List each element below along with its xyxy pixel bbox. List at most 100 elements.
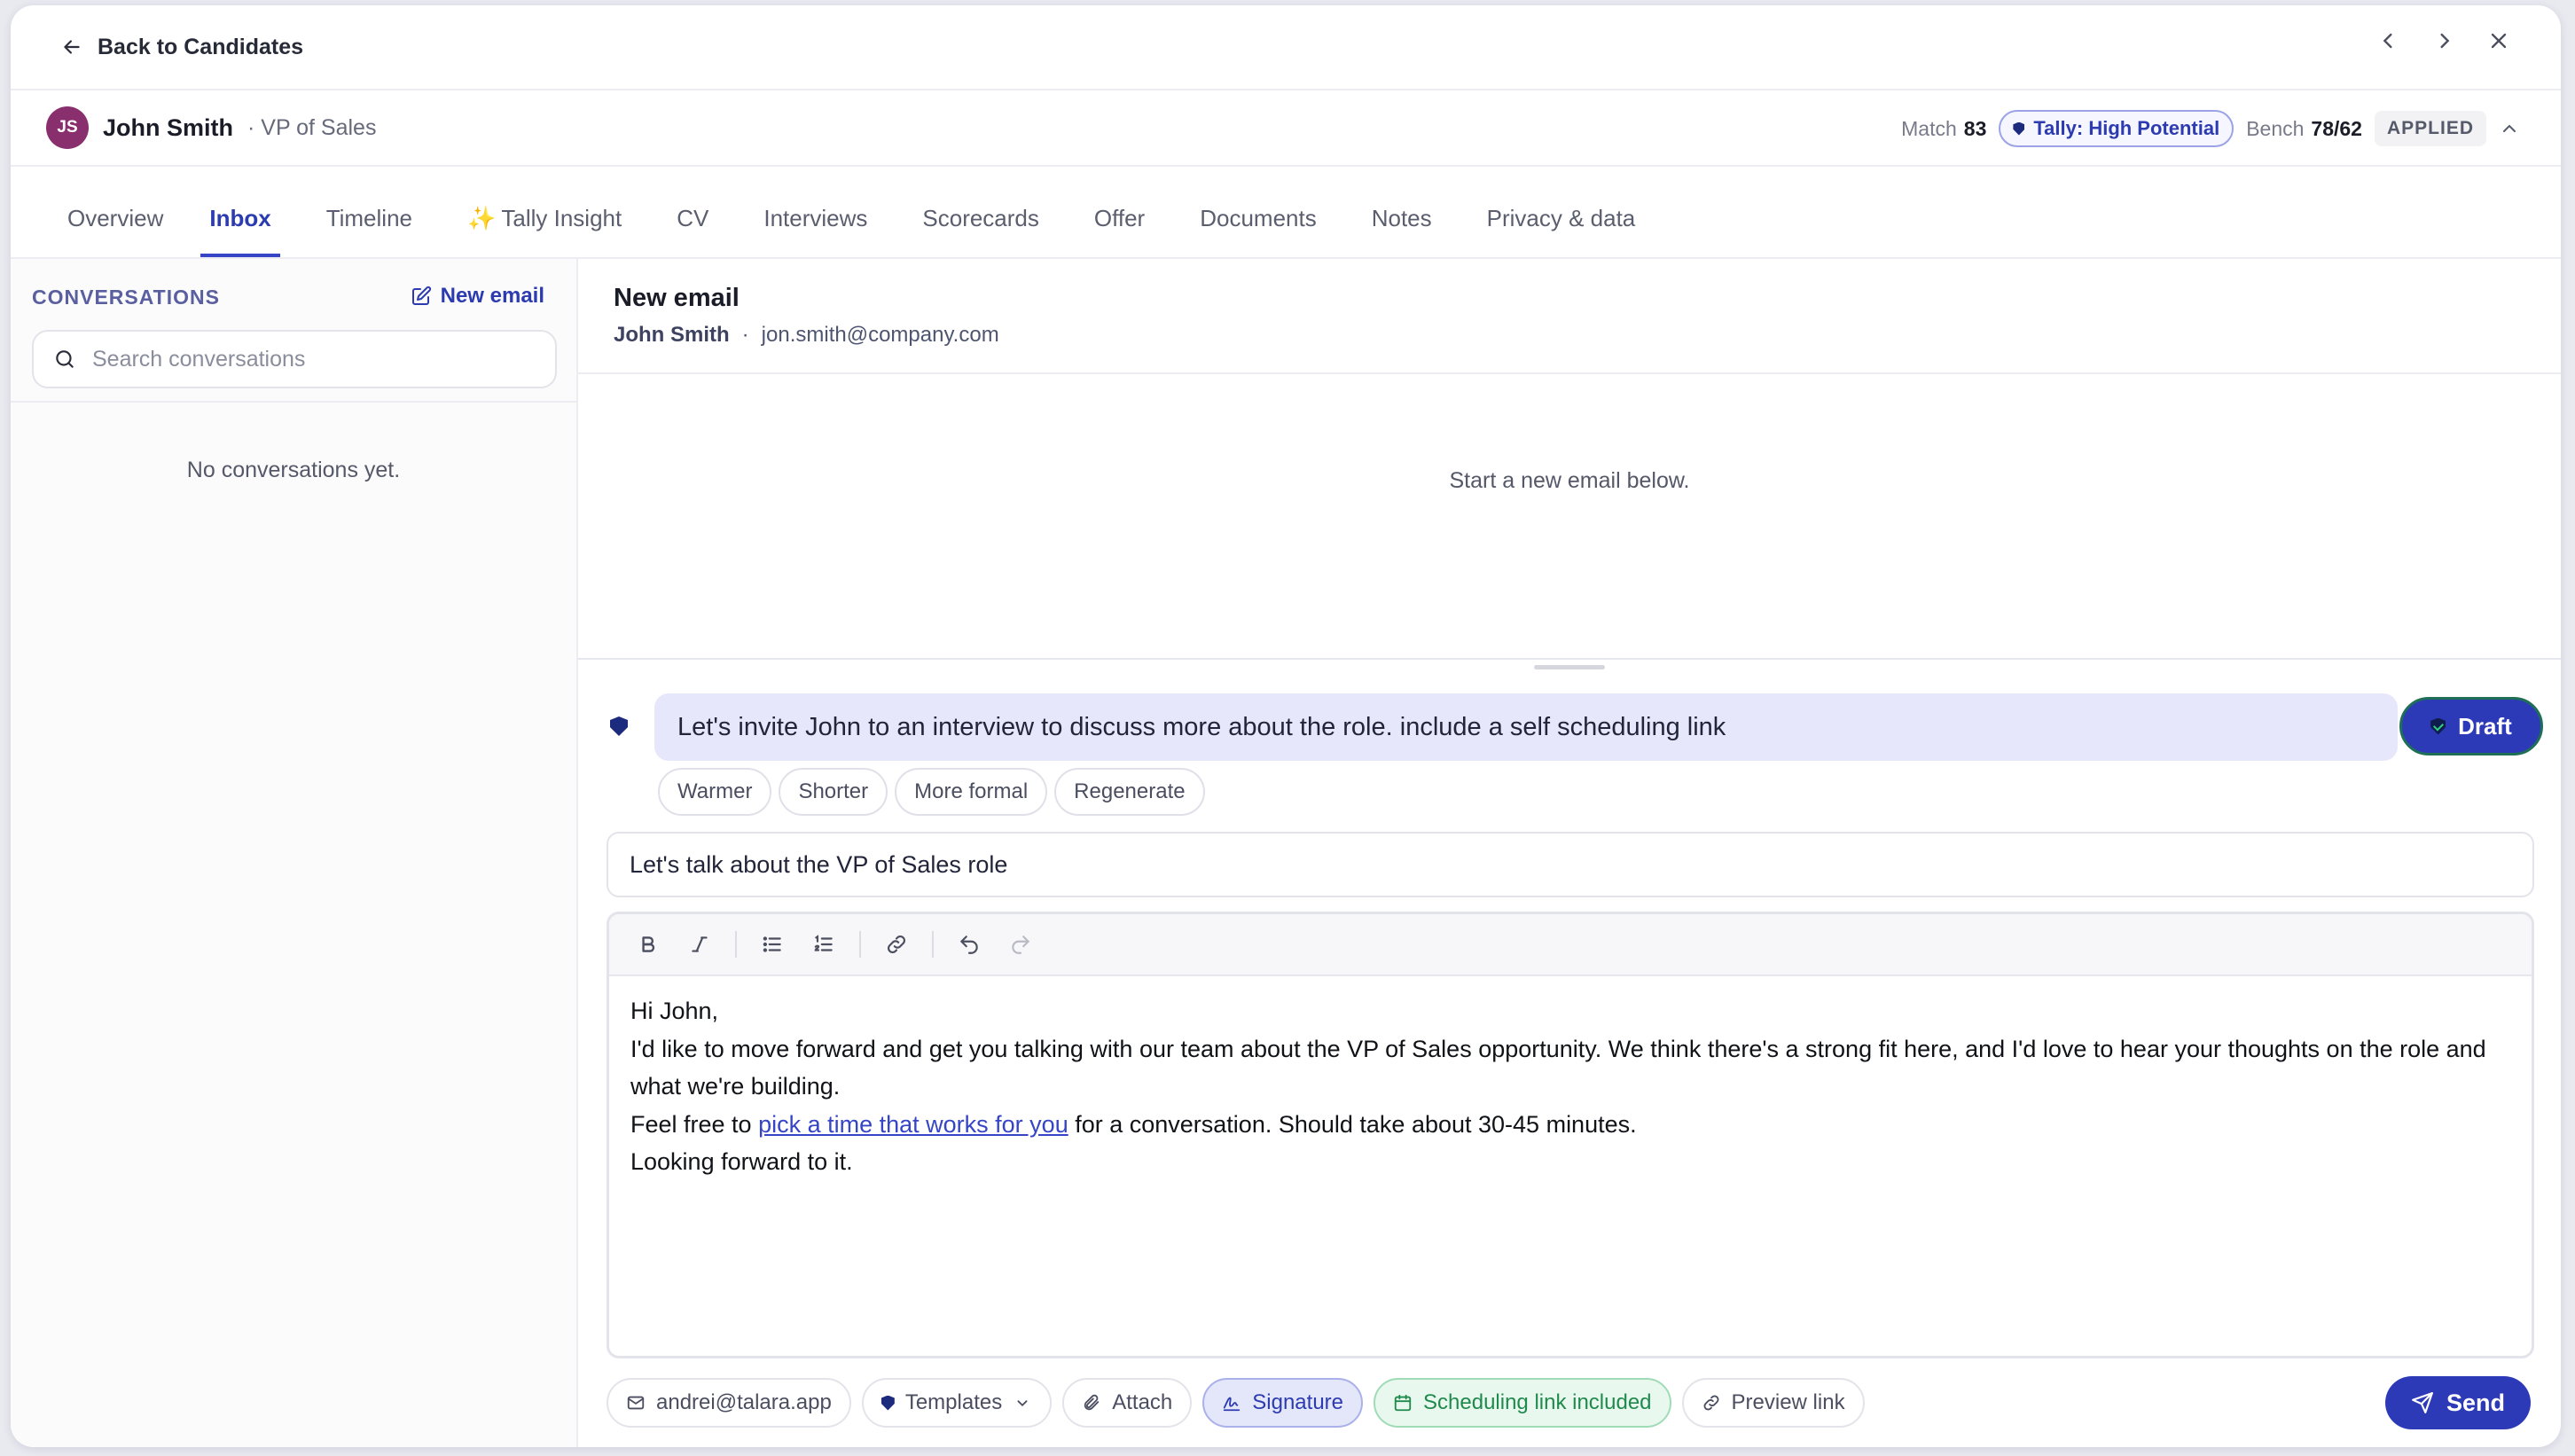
toolbar-separator <box>735 931 737 958</box>
back-label: Back to Candidates <box>98 34 304 59</box>
signature-icon <box>1224 1397 1241 1412</box>
attach-button[interactable]: Attach <box>1062 1378 1193 1428</box>
email-editor: Hi John, I'd like to move forward and ge… <box>607 912 2534 1358</box>
tab-overview[interactable]: Overview <box>59 205 172 257</box>
tab-documents[interactable]: Documents <box>1191 205 1326 257</box>
chevron-left-icon <box>2383 33 2392 49</box>
tab-cv[interactable]: CV <box>668 205 717 257</box>
tab-notes[interactable]: Notes <box>1363 205 1441 257</box>
numbered-list-button[interactable] <box>804 925 843 964</box>
from-address-label: andrei@talara.app <box>656 1390 832 1414</box>
new-email-button[interactable]: New email <box>411 284 544 309</box>
shield-icon <box>881 1395 895 1411</box>
avatar: JS <box>46 106 89 149</box>
match-value: 83 <box>1963 116 1987 140</box>
search-input[interactable] <box>92 346 536 372</box>
scheduling-label: Scheduling link included <box>1423 1390 1652 1414</box>
divider <box>578 372 2561 374</box>
templates-button[interactable]: Templates <box>861 1378 1053 1428</box>
chevron-right-icon <box>2440 33 2450 49</box>
bullet-list-icon <box>763 936 781 952</box>
email-body[interactable]: Hi John, I'd like to move forward and ge… <box>609 976 2532 1197</box>
sparkle-icon: ✨ <box>467 205 497 231</box>
status-badge: APPLIED <box>2374 111 2486 146</box>
shorter-chip[interactable]: Shorter <box>779 768 888 816</box>
preview-link-button[interactable]: Preview link <box>1681 1378 1865 1428</box>
shield-check-icon <box>2430 717 2446 735</box>
link-icon <box>888 935 905 953</box>
tab-scorecards[interactable]: Scorecards <box>913 205 1048 257</box>
composer-footer: andrei@talara.app Templates Attach Signa… <box>607 1378 1865 1428</box>
tab-interviews[interactable]: Interviews <box>755 205 876 257</box>
signature-button[interactable]: Signature <box>1202 1378 1364 1428</box>
shield-icon <box>610 716 628 736</box>
bench-label: Bench <box>2246 116 2305 140</box>
candidate-name: John Smith <box>103 114 233 141</box>
calendar-icon <box>1394 1394 1412 1412</box>
paperclip-icon <box>1084 1394 1100 1411</box>
body-text-fragment: Feel free to <box>630 1110 759 1138</box>
chevron-up-icon[interactable] <box>2499 118 2520 139</box>
tab-bar: Overview Inbox Timeline ✨ Tally Insight C… <box>11 167 2561 259</box>
scheduling-link[interactable]: pick a time that works for you <box>758 1111 1068 1138</box>
arrow-left-icon <box>64 40 80 54</box>
search-icon <box>56 350 74 368</box>
email-title: New email <box>614 284 740 312</box>
scheduling-link-toggle[interactable]: Scheduling link included <box>1374 1378 1671 1428</box>
previous-candidate-button[interactable] <box>2376 28 2401 53</box>
attach-label: Attach <box>1112 1390 1173 1414</box>
body-closing: Looking forward to it. <box>630 1148 853 1175</box>
back-to-candidates-link[interactable]: Back to Candidates <box>60 35 303 60</box>
subject-field[interactable]: Let's talk about the VP of Sales role <box>607 832 2534 897</box>
send-icon <box>2412 1392 2433 1413</box>
recipient-name: John Smith <box>614 323 730 347</box>
body-scheduling-line: Feel free to pick a time that works for … <box>630 1106 2510 1144</box>
body-greeting: Hi John, <box>630 998 719 1024</box>
tally-badge[interactable]: Tally: High Potential <box>1999 110 2235 147</box>
warmer-chip[interactable]: Warmer <box>658 768 772 816</box>
bench-score: Bench 78/62 <box>2246 117 2362 141</box>
link-button[interactable] <box>877 925 916 964</box>
ai-prompt-input[interactable]: Let's invite John to an interview to dis… <box>654 693 2398 761</box>
bullet-list-button[interactable] <box>753 925 792 964</box>
compose-icon <box>411 286 431 305</box>
link-icon <box>1703 1395 1718 1411</box>
top-bar: Back to Candidates <box>11 5 2561 90</box>
mail-icon <box>627 1396 645 1410</box>
undo-button[interactable] <box>950 925 989 964</box>
candidate-header: JS John Smith · VP of Sales Match 83 Tall… <box>11 90 2561 167</box>
recipient-separator: · <box>741 323 749 347</box>
toolbar-separator <box>859 931 861 958</box>
close-button[interactable] <box>2486 28 2511 53</box>
match-label: Match <box>1901 116 1957 140</box>
body-paragraph: I'd like to move forward and get you tal… <box>630 1035 2486 1100</box>
send-label: Send <box>2446 1389 2505 1416</box>
more-formal-chip[interactable]: More formal <box>895 768 1048 816</box>
regenerate-chip[interactable]: Regenerate <box>1054 768 1205 816</box>
tab-tally-insight-label: Tally Insight <box>501 205 622 231</box>
redo-icon <box>1012 935 1029 954</box>
resize-handle[interactable] <box>1534 665 1605 669</box>
next-candidate-button[interactable] <box>2431 28 2456 53</box>
preview-link-label: Preview link <box>1731 1390 1845 1414</box>
tally-label: Tally: High Potential <box>2033 117 2220 139</box>
italic-button[interactable] <box>680 925 719 964</box>
redo-button[interactable] <box>1001 925 1040 964</box>
tab-timeline[interactable]: Timeline <box>317 205 421 257</box>
candidate-role: · VP of Sales <box>247 114 377 140</box>
window-controls <box>2376 28 2511 53</box>
tab-inbox[interactable]: Inbox <box>200 205 280 257</box>
ai-suggestion-chips: Warmer Shorter More formal Regenerate <box>658 768 1205 816</box>
tab-tally-insight[interactable]: ✨ Tally Insight <box>458 205 630 257</box>
chevron-down-icon <box>1017 1400 1028 1407</box>
bold-button[interactable] <box>629 925 668 964</box>
draft-button[interactable]: Draft <box>2399 697 2543 755</box>
send-button[interactable]: Send <box>2385 1376 2531 1429</box>
tab-offer[interactable]: Offer <box>1085 205 1154 257</box>
bold-icon <box>642 936 655 952</box>
tab-privacy-data[interactable]: Privacy & data <box>1478 205 1645 257</box>
conversations-panel: CONVERSATIONS New email No conversations… <box>11 259 578 1447</box>
email-panel: New email John Smith · jon.smith@company… <box>578 259 2561 1447</box>
from-address-button[interactable]: andrei@talara.app <box>607 1378 851 1428</box>
italic-icon <box>692 936 708 952</box>
